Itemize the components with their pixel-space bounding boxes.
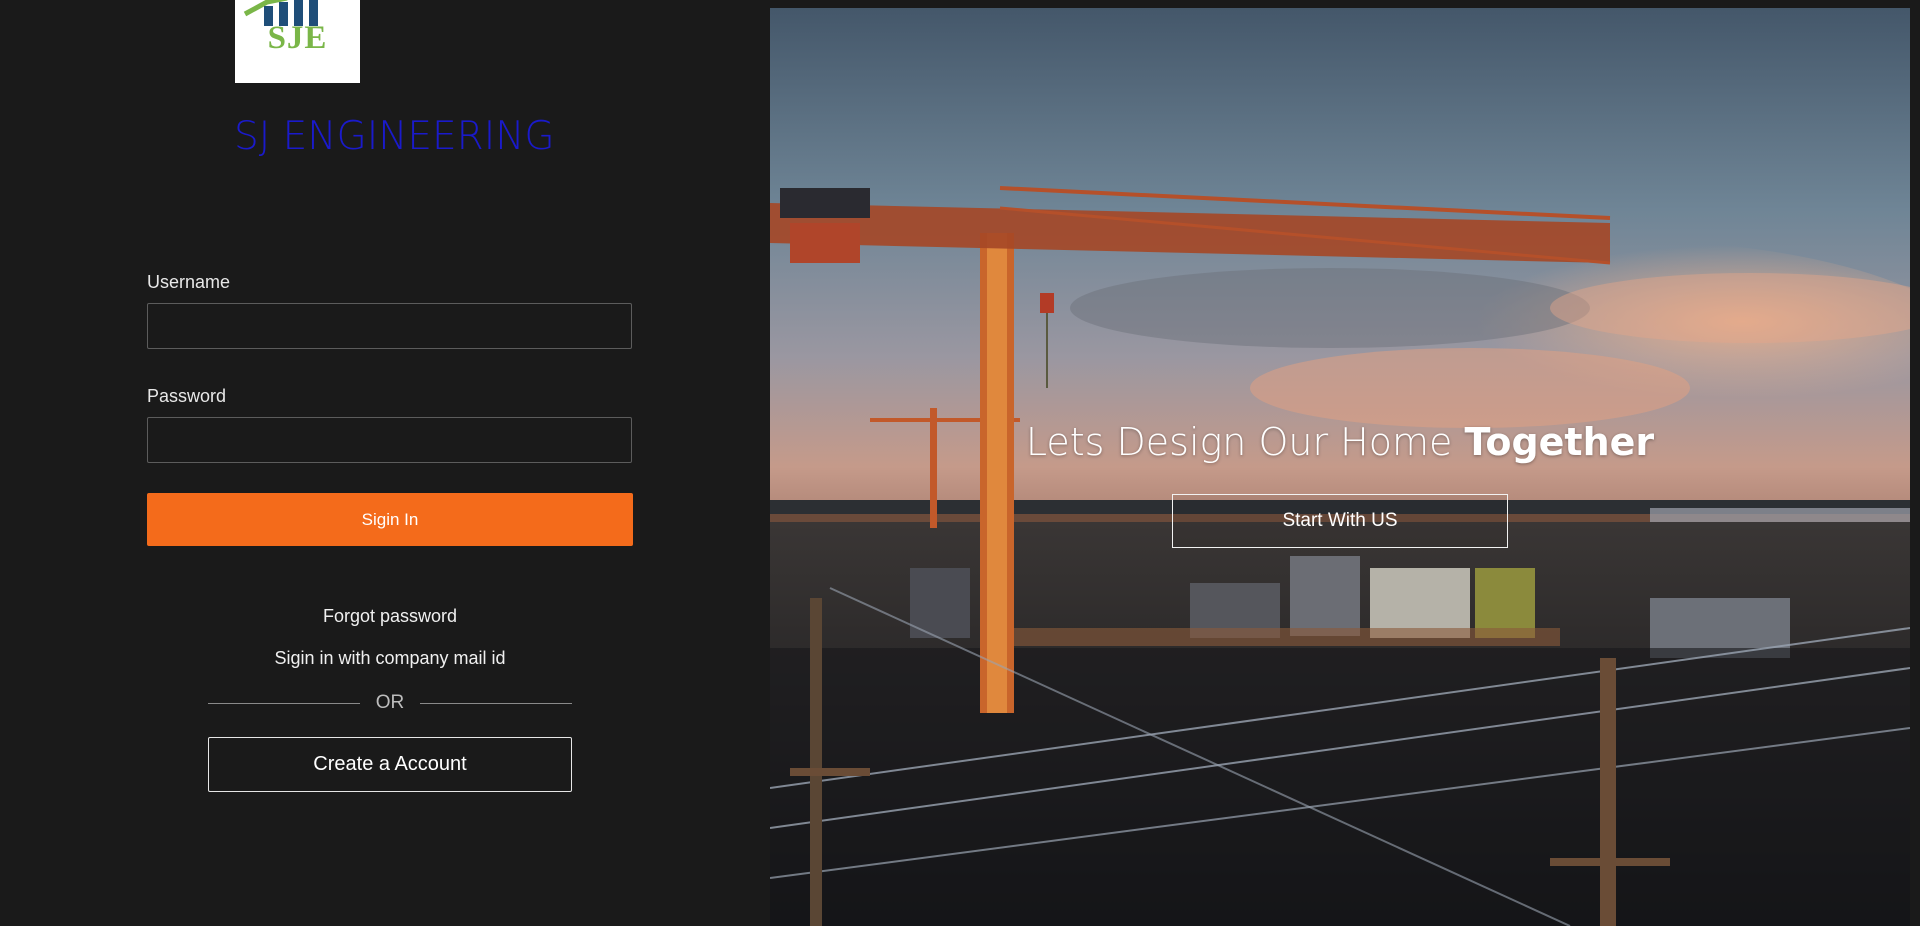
forgot-password-link[interactable]: Forgot password [147,606,633,627]
company-mail-signin-link[interactable]: Sigin in with company mail id [147,648,633,669]
hero-heading-bold: Together [1464,420,1655,464]
login-panel: SJE SJ ENGINEERING Username Password Sig… [0,0,770,926]
hero-heading-light: Lets Design Our Home [1025,420,1465,464]
company-logo: SJE [235,0,360,83]
password-label: Password [147,386,227,406]
create-account-button[interactable]: Create a Account [208,737,572,792]
hero-heading: Lets Design Our Home Together [770,420,1910,464]
logo-wordmark: SJE [267,20,328,56]
start-with-us-button[interactable]: Start With US [1172,494,1508,548]
login-page: SJE SJ ENGINEERING Username Password Sig… [0,0,1920,926]
username-input[interactable] [147,303,632,349]
brand-title: SJ ENGINEERING [234,114,555,159]
or-divider: OR [208,690,572,716]
hero-banner: Lets Design Our Home Together Start With… [770,8,1910,926]
or-divider-line-right [420,703,572,704]
hero-background-image [770,8,1910,926]
right-edge-strip [1910,0,1920,926]
username-label: Username [147,272,231,292]
password-input[interactable] [147,417,632,463]
sign-in-button[interactable]: Sigin In [147,493,633,546]
